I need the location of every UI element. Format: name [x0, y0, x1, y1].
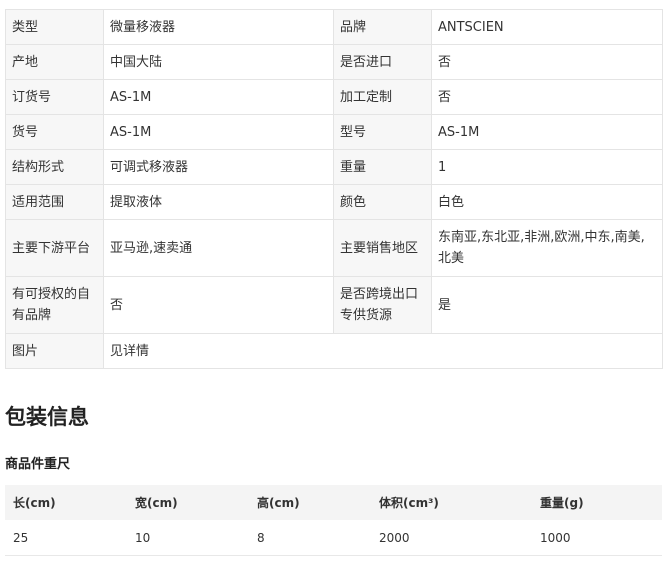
- table-cell: 2000: [371, 520, 532, 556]
- column-header: 宽(cm): [127, 485, 249, 520]
- spec-key: 类型: [5, 9, 104, 45]
- spec-key: 型号: [333, 114, 432, 150]
- table-cell: 25: [5, 520, 127, 556]
- table-header-row: 长(cm) 宽(cm) 高(cm) 体积(cm³) 重量(g): [5, 485, 662, 520]
- spec-value: 白色: [431, 184, 663, 220]
- spec-key: 有可授权的自有品牌: [5, 276, 104, 334]
- spec-key: 产地: [5, 44, 104, 80]
- spec-value: 否: [431, 44, 663, 80]
- spec-key: 颜色: [333, 184, 432, 220]
- spec-key: 加工定制: [333, 79, 432, 115]
- spec-value: AS-1M: [103, 114, 334, 150]
- spec-key: 货号: [5, 114, 104, 150]
- spec-value: ANTSCIEN: [431, 9, 663, 45]
- spec-value: 否: [103, 276, 334, 334]
- spec-key: 重量: [333, 149, 432, 185]
- table-row: 类型 微量移液器 品牌 ANTSCIEN: [5, 9, 663, 45]
- section-subtitle: 商品件重尺: [5, 457, 71, 472]
- spec-key: 是否进口: [333, 44, 432, 80]
- package-dimensions-table: 长(cm) 宽(cm) 高(cm) 体积(cm³) 重量(g) 25 10 8 …: [5, 485, 662, 556]
- spec-key: 主要销售地区: [333, 219, 432, 277]
- spec-value: 微量移液器: [103, 9, 334, 45]
- spec-value: 提取液体: [103, 184, 334, 220]
- column-header: 长(cm): [5, 485, 127, 520]
- spec-value: AS-1M: [103, 79, 334, 115]
- spec-value: AS-1M: [431, 114, 663, 150]
- table-cell: 1000: [532, 520, 662, 556]
- spec-value: 亚马逊,速卖通: [103, 219, 334, 277]
- spec-value: 否: [431, 79, 663, 115]
- table-row: 25 10 8 2000 1000: [5, 520, 662, 556]
- spec-key: 图片: [5, 333, 104, 369]
- column-header: 高(cm): [249, 485, 371, 520]
- product-spec-table: 类型 微量移液器 品牌 ANTSCIEN 产地 中国大陆 是否进口 否 订货号 …: [5, 9, 663, 369]
- table-cell: 10: [127, 520, 249, 556]
- spec-value: 见详情: [103, 333, 663, 369]
- section-title: 包装信息: [5, 405, 89, 429]
- column-header: 体积(cm³): [371, 485, 532, 520]
- spec-key: 主要下游平台: [5, 219, 104, 277]
- spec-key: 订货号: [5, 79, 104, 115]
- spec-key: 是否跨境出口专供货源: [333, 276, 432, 334]
- table-cell: 8: [249, 520, 371, 556]
- spec-key: 适用范围: [5, 184, 104, 220]
- table-row: 货号 AS-1M 型号 AS-1M: [5, 114, 663, 150]
- spec-value: 1: [431, 149, 663, 185]
- table-row: 图片 见详情: [5, 333, 663, 369]
- table-row: 有可授权的自有品牌 否 是否跨境出口专供货源 是: [5, 276, 663, 334]
- table-row: 产地 中国大陆 是否进口 否: [5, 44, 663, 80]
- table-row: 适用范围 提取液体 颜色 白色: [5, 184, 663, 220]
- spec-value: 中国大陆: [103, 44, 334, 80]
- spec-value: 东南亚,东北亚,非洲,欧洲,中东,南美,北美: [431, 219, 663, 277]
- spec-value: 是: [431, 276, 663, 334]
- spec-key: 结构形式: [5, 149, 104, 185]
- column-header: 重量(g): [532, 485, 662, 520]
- table-row: 订货号 AS-1M 加工定制 否: [5, 79, 663, 115]
- table-row: 结构形式 可调式移液器 重量 1: [5, 149, 663, 185]
- table-row: 主要下游平台 亚马逊,速卖通 主要销售地区 东南亚,东北亚,非洲,欧洲,中东,南…: [5, 219, 663, 277]
- spec-value: 可调式移液器: [103, 149, 334, 185]
- spec-key: 品牌: [333, 9, 432, 45]
